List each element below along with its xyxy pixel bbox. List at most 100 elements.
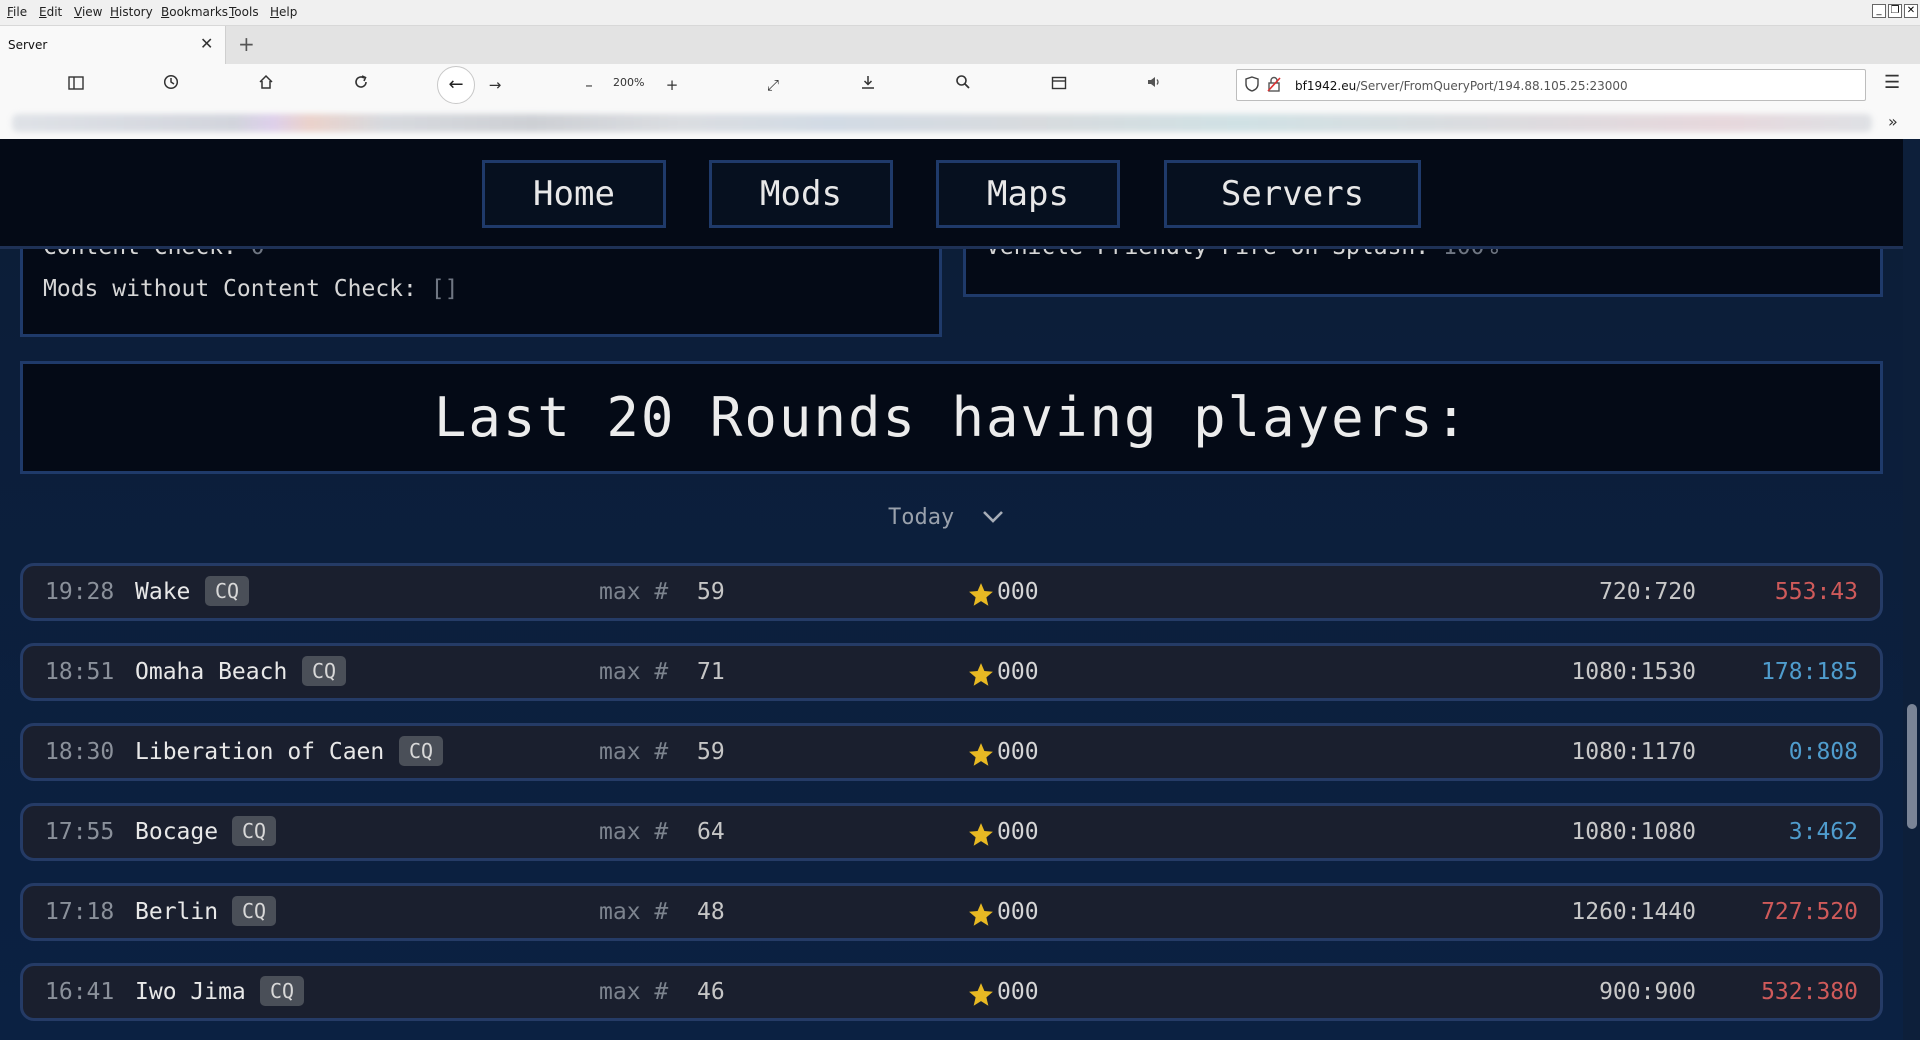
max-players-label: max # [599, 979, 669, 1005]
tab-close-icon[interactable]: ✕ [200, 34, 213, 53]
nav-mods[interactable]: Mods [709, 160, 893, 228]
minimize-icon[interactable]: _ [1872, 4, 1886, 18]
round-tickets: 720:720 [1599, 579, 1696, 605]
menu-bookmarks[interactable]: Bookmarks [161, 5, 228, 19]
round-row[interactable]: 17:55 Bocage CQ max # 64 000 1080:1080 3:462 [20, 803, 1883, 861]
round-tickets: 1080:1170 [1571, 739, 1696, 765]
search-icon[interactable] [950, 72, 976, 98]
round-map[interactable]: Omaha Beach [135, 659, 287, 685]
round-row[interactable]: 18:51 Omaha Beach CQ max # 71 000 1080:1530 178… [20, 643, 1883, 701]
round-map[interactable]: Berlin [135, 899, 218, 925]
round-row[interactable]: 16:41 Iwo Jima CQ max # 46 000 900:900 532:380 [20, 963, 1883, 1021]
nav-toolbar: ← → – 200% + ⤢ bf1942.eu/Server/FromQuer… [0, 64, 1920, 106]
nav-home[interactable]: Home [482, 160, 666, 228]
round-time: 18:30 [45, 739, 115, 765]
round-tickets: 900:900 [1599, 979, 1696, 1005]
url-domain: bf1942.eu [1295, 79, 1357, 93]
round-map[interactable]: Iwo Jima [135, 979, 246, 1005]
menu-history[interactable]: History [110, 5, 153, 19]
reader-view-icon[interactable] [1046, 72, 1072, 98]
round-rating: 000 [997, 819, 1039, 845]
round-row[interactable]: 19:28 Wake CQ max # 59 000 720:720 553:43 [20, 563, 1883, 621]
star-icon [967, 581, 995, 609]
scroll-thumb[interactable] [1907, 704, 1917, 829]
star-icon [967, 741, 995, 769]
max-players-value: 59 [697, 579, 725, 605]
download-icon[interactable] [855, 72, 881, 98]
round-time: 17:55 [45, 819, 115, 845]
home-icon[interactable] [253, 72, 279, 98]
rounds-title: Last 20 Rounds having players: [433, 386, 1470, 449]
round-time: 16:41 [45, 979, 115, 1005]
menu-tools[interactable]: Tools [229, 5, 259, 19]
insecure-lock-icon[interactable] [1267, 76, 1281, 95]
menu-edit[interactable]: Edit [39, 5, 62, 19]
zoom-out-icon[interactable]: – [576, 72, 602, 98]
back-button[interactable]: ← [437, 66, 475, 104]
round-time: 18:51 [45, 659, 115, 685]
round-map[interactable]: Liberation of Caen [135, 739, 384, 765]
history-icon[interactable] [158, 72, 184, 98]
max-players-value: 46 [697, 979, 725, 1005]
bookmarks-overflow-icon[interactable]: » [1888, 112, 1898, 131]
restore-icon[interactable]: ❐ [1888, 4, 1902, 18]
round-score: 727:520 [1761, 899, 1858, 925]
round-tickets: 1260:1440 [1571, 899, 1696, 925]
day-filter[interactable]: Today [888, 505, 954, 530]
round-row[interactable]: 18:30 Liberation of Caen CQ max # 59 000 1080:… [20, 723, 1883, 781]
site-nav: Home Mods Maps Servers [0, 139, 1903, 249]
tab-title: Server [8, 38, 48, 52]
menu-icon[interactable]: ☰ [1884, 72, 1900, 93]
round-rating: 000 [997, 739, 1039, 765]
page-content: Content Check: 0 Mods without Content Ch… [0, 139, 1920, 1040]
browser-chrome: File Edit View History Bookmarks Tools H… [0, 0, 1920, 139]
url-text: bf1942.eu/Server/FromQueryPort/194.88.10… [1295, 79, 1628, 93]
rounds-header: Last 20 Rounds having players: [20, 361, 1883, 474]
max-players-label: max # [599, 819, 669, 845]
max-players-value: 59 [697, 739, 725, 765]
nav-maps[interactable]: Maps [936, 160, 1120, 228]
star-icon [967, 821, 995, 849]
round-mode-badge: CQ [232, 816, 277, 846]
menu-help[interactable]: Help [270, 5, 297, 19]
round-time: 19:28 [45, 579, 115, 605]
address-bar[interactable]: bf1942.eu/Server/FromQueryPort/194.88.10… [1236, 69, 1866, 101]
mods-without-check-label: Mods without Content Check: [43, 276, 431, 302]
mods-without-check-line: Mods without Content Check: [] [43, 276, 458, 302]
max-players-label: max # [599, 899, 669, 925]
max-players-value: 48 [697, 899, 725, 925]
round-mode-badge: CQ [302, 656, 347, 686]
round-rating: 000 [997, 579, 1039, 605]
round-rating: 000 [997, 899, 1039, 925]
menu-view[interactable]: View [74, 5, 102, 19]
fullscreen-icon[interactable]: ⤢ [760, 72, 786, 98]
round-mode-badge: CQ [399, 736, 444, 766]
round-score: 178:185 [1761, 659, 1858, 685]
tracking-shield-icon[interactable] [1245, 76, 1259, 95]
close-window-icon[interactable]: ✕ [1904, 4, 1918, 18]
star-icon [967, 661, 995, 689]
sidebar-icon[interactable] [63, 72, 89, 98]
page-scrollbar[interactable] [1903, 139, 1920, 1040]
forward-icon[interactable]: → [482, 72, 508, 98]
new-tab-icon[interactable]: + [238, 32, 255, 56]
round-tickets: 1080:1530 [1571, 659, 1696, 685]
reload-icon[interactable] [348, 72, 374, 98]
zoom-level[interactable]: 200% [613, 76, 644, 89]
round-map[interactable]: Bocage [135, 819, 218, 845]
round-rating: 000 [997, 659, 1039, 685]
round-score: 532:380 [1761, 979, 1858, 1005]
max-players-value: 64 [697, 819, 725, 845]
zoom-in-icon[interactable]: + [659, 72, 685, 98]
nav-servers[interactable]: Servers [1164, 160, 1421, 228]
menu-file[interactable]: File [7, 5, 27, 19]
url-path: /Server/FromQueryPort/194.88.105.25:2300… [1356, 79, 1628, 93]
round-map[interactable]: Wake [135, 579, 190, 605]
round-score: 553:43 [1774, 579, 1858, 605]
tab-strip: Server ✕ + [0, 26, 1920, 64]
chevron-down-icon[interactable] [982, 505, 1004, 527]
speaker-icon[interactable] [1141, 72, 1167, 98]
menu-bar: File Edit View History Bookmarks Tools H… [0, 0, 1920, 26]
tab-server[interactable]: Server ✕ [0, 26, 226, 64]
round-row[interactable]: 17:18 Berlin CQ max # 48 000 1260:1440 727:520 [20, 883, 1883, 941]
